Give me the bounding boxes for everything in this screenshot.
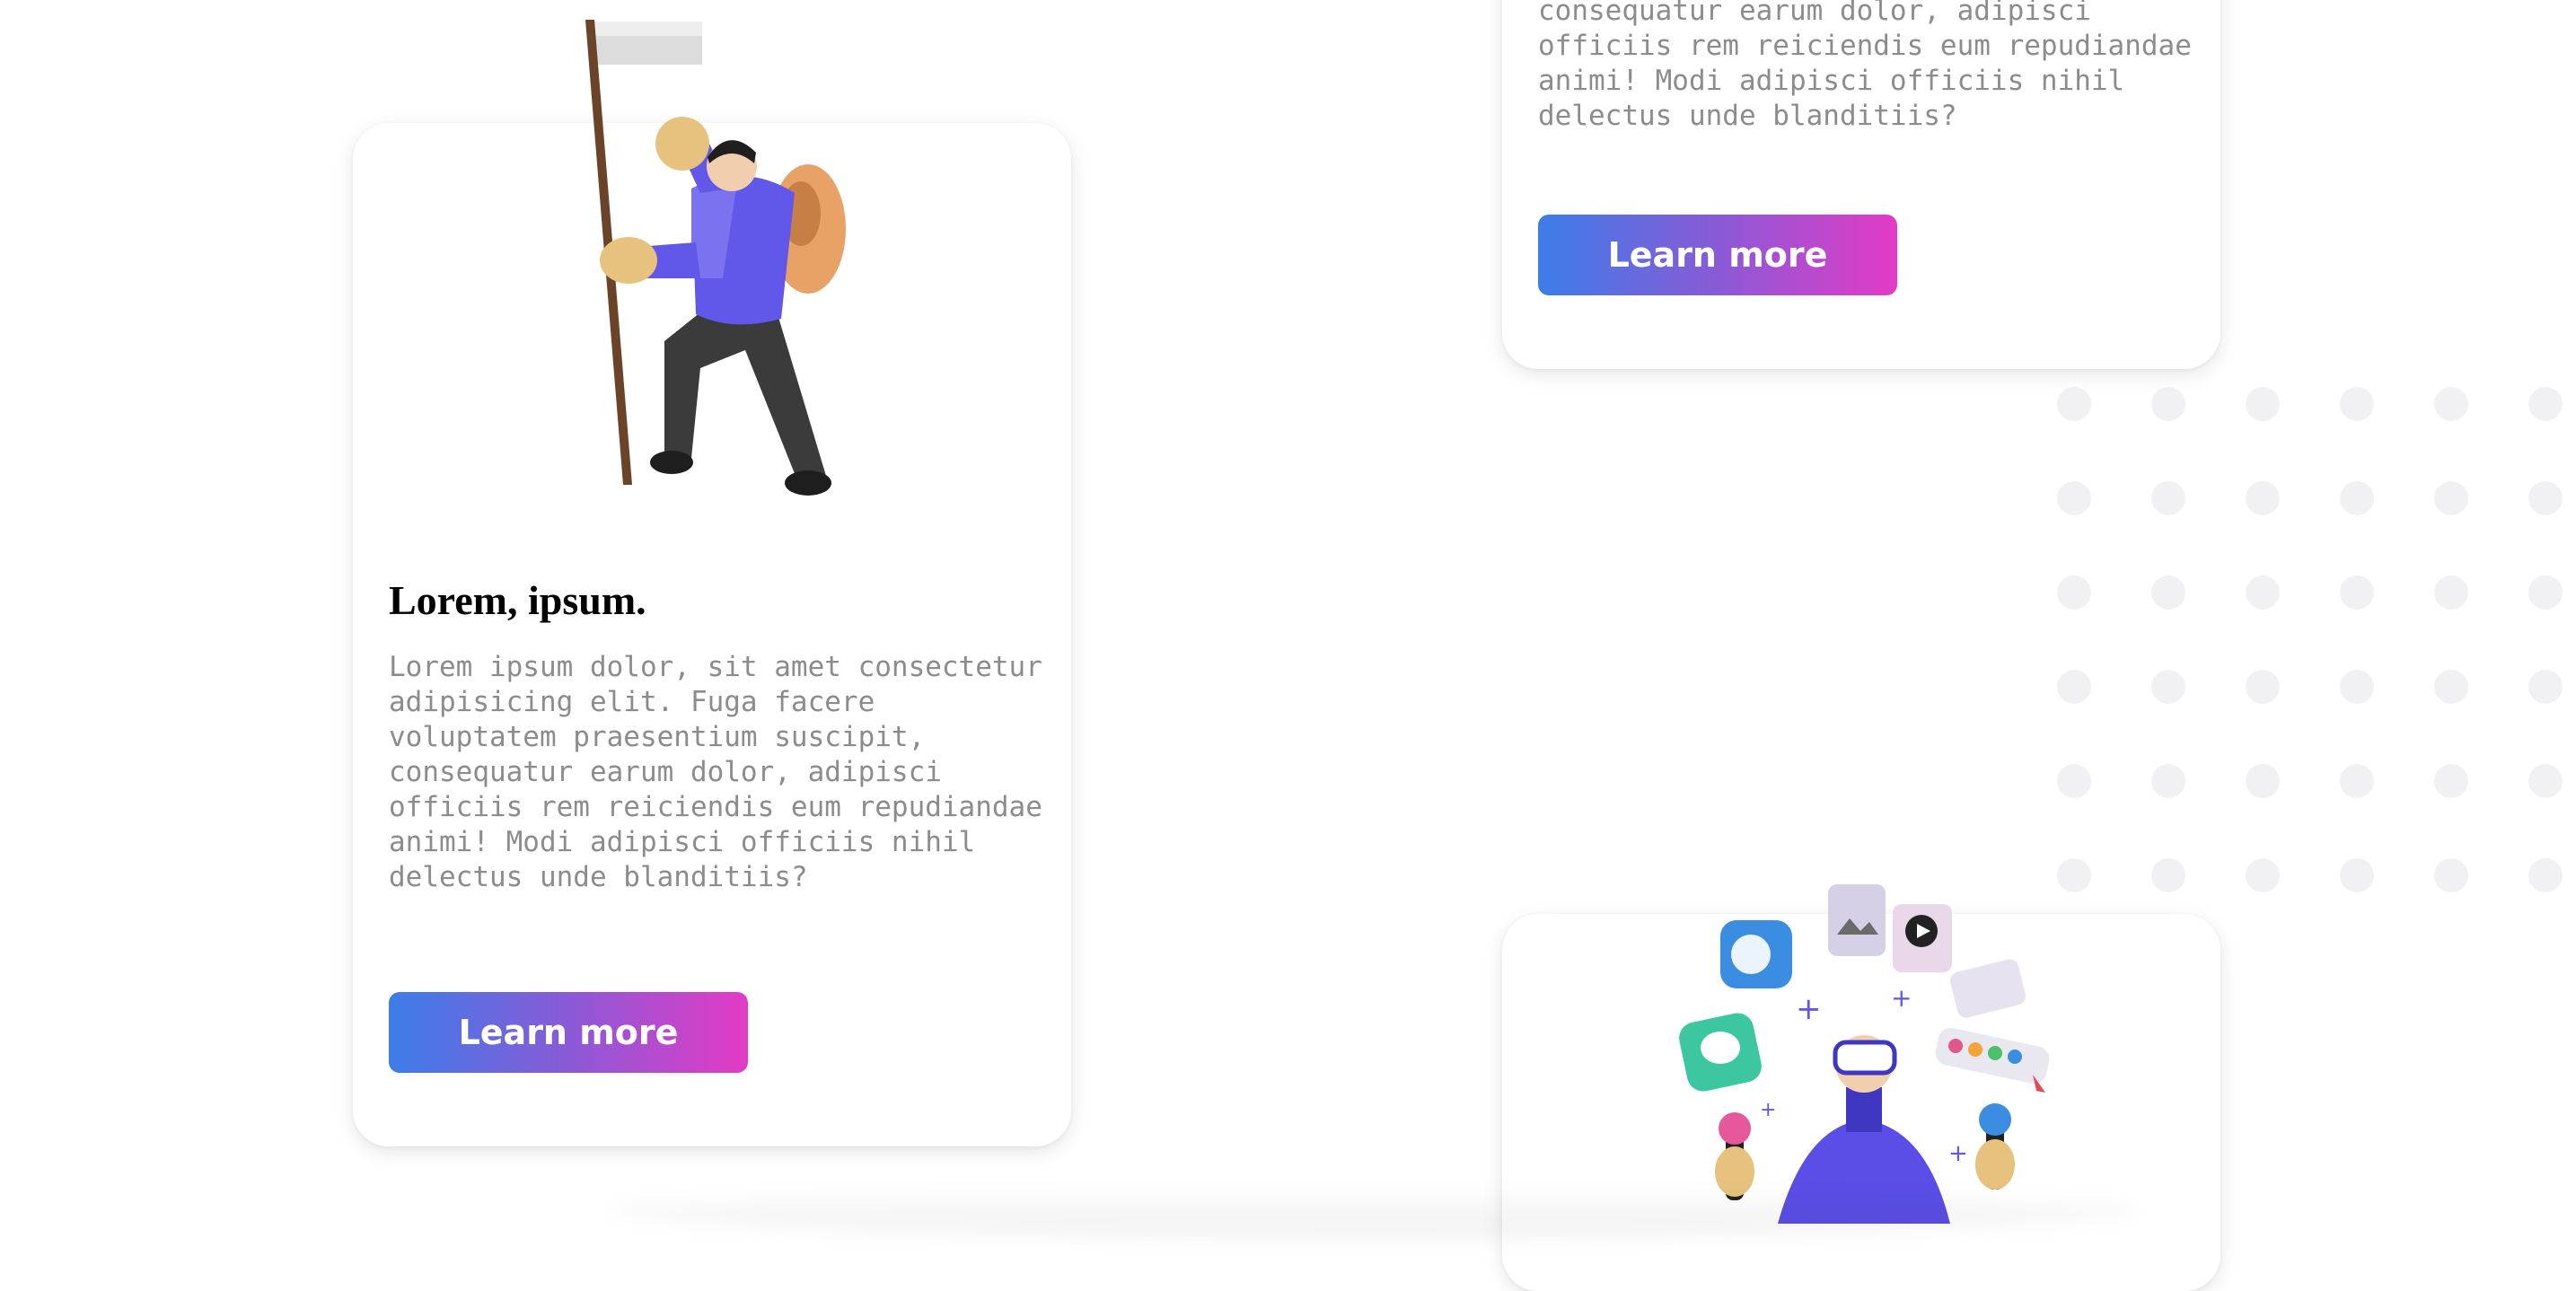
pattern-dot <box>2340 481 2374 515</box>
pattern-dot <box>2528 575 2563 610</box>
pattern-dot <box>2340 764 2374 798</box>
pattern-dot <box>2246 575 2280 610</box>
pattern-dot <box>2434 764 2468 798</box>
pattern-dot <box>2151 670 2185 704</box>
bottom-section-shadow <box>611 1183 2137 1237</box>
pattern-dot <box>2057 764 2091 798</box>
learn-more-button[interactable]: Learn more <box>1538 215 1897 295</box>
pattern-dot <box>2528 481 2563 515</box>
pattern-dot <box>2057 387 2091 421</box>
pattern-dot <box>2057 858 2091 892</box>
pattern-dot <box>2246 764 2280 798</box>
learn-more-button[interactable]: Learn more <box>389 992 748 1073</box>
svg-text:+: + <box>1760 1099 1776 1121</box>
pattern-dot <box>2057 670 2091 704</box>
svg-text:+: + <box>1891 983 1912 1013</box>
vr-user-with-app-icons-illustration: + + + + <box>1679 884 2050 1224</box>
pattern-dot <box>2151 481 2185 515</box>
pattern-dot <box>2528 764 2563 798</box>
pattern-dot <box>2528 670 2563 704</box>
pattern-dot <box>2151 858 2185 892</box>
pattern-dot <box>2340 387 2374 421</box>
card-description: Lorem ipsum dolor, sit amet consectetur … <box>389 651 1042 893</box>
pattern-dot <box>2057 481 2091 515</box>
pattern-dot <box>2057 575 2091 610</box>
pattern-dot <box>2528 387 2563 421</box>
pattern-dot <box>2434 670 2468 704</box>
svg-text:+: + <box>1948 1140 1968 1167</box>
pattern-dot <box>2528 858 2563 892</box>
card-description: consequatur earum dolor, adipisci offici… <box>1538 0 2192 132</box>
pattern-dot <box>2434 858 2468 892</box>
pattern-dot <box>2246 670 2280 704</box>
pattern-dot <box>2151 764 2185 798</box>
pattern-dot <box>2434 387 2468 421</box>
pattern-dot <box>2246 387 2280 421</box>
pattern-dot <box>2246 481 2280 515</box>
hiker-with-flag-illustration <box>585 20 846 496</box>
pattern-dot <box>2434 575 2468 610</box>
pattern-dot <box>2246 858 2280 892</box>
pattern-dot <box>2151 575 2185 610</box>
pattern-dot <box>2151 387 2185 421</box>
pattern-dot <box>2340 575 2374 610</box>
svg-text:+: + <box>1796 991 1822 1027</box>
card-title: Lorem, ipsum. <box>389 577 646 623</box>
feature-card-right-top: consequatur earum dolor, adipisci offici… <box>1502 0 2220 369</box>
pattern-dot <box>2340 858 2374 892</box>
pattern-dot <box>2340 670 2374 704</box>
pattern-dot <box>2434 481 2468 515</box>
